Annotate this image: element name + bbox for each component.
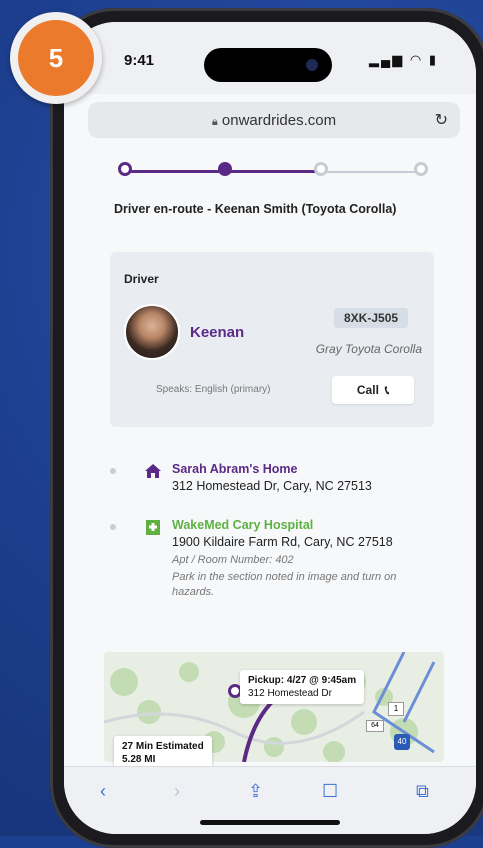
trip-progress bbox=[118, 160, 428, 184]
hospital-icon bbox=[146, 520, 160, 535]
status-icons: ▂▄▆ ◠ ▮ bbox=[369, 52, 438, 68]
reload-icon[interactable]: ↻ bbox=[435, 110, 448, 130]
apt-number: Apt / Room Number: 402 bbox=[172, 554, 294, 566]
step-number: 5 bbox=[18, 20, 94, 96]
status-bar: 9:41 ▂▄▆ ◠ ▮ bbox=[64, 22, 476, 94]
route-shield-1: 1 bbox=[388, 702, 404, 716]
camera-icon bbox=[306, 59, 318, 71]
stop-dropoff: WakeMed Cary Hospital 1900 Kildaire Farm… bbox=[110, 518, 440, 618]
step-badge: 5 bbox=[10, 12, 102, 104]
progress-line-remaining bbox=[321, 171, 421, 173]
driver-avatar bbox=[124, 304, 180, 360]
address-bar[interactable]: 🔒︎ onwardrides.com ↻ bbox=[88, 102, 460, 138]
driver-name: Keenan bbox=[190, 324, 245, 341]
eta-distance: 5.28 MI bbox=[122, 754, 156, 765]
progress-step-4 bbox=[414, 162, 428, 176]
phone-frame: 9:41 ▂▄▆ ◠ ▮ 🔒︎ onwardrides.com ↻ Driver… bbox=[50, 8, 483, 848]
url-text: onwardrides.com bbox=[221, 112, 337, 129]
trip-status: Driver en-route - Keenan Smith (Toyota C… bbox=[114, 202, 397, 216]
home-indicator bbox=[200, 820, 340, 825]
driver-languages: Speaks: English (primary) bbox=[156, 384, 271, 395]
stop-address: 312 Homestead Dr, Cary, NC 27513 bbox=[172, 479, 372, 493]
phone-icon: 📞︎ bbox=[384, 382, 390, 397]
dynamic-island bbox=[204, 48, 332, 82]
stop-pickup: Sarah Abram's Home 312 Homestead Dr, Car… bbox=[110, 462, 440, 502]
back-icon[interactable]: ‹ bbox=[100, 781, 106, 802]
stop-bullet bbox=[110, 468, 116, 474]
call-label: Call bbox=[356, 383, 379, 397]
pickup-callout: Pickup: 4/27 @ 9:45am 312 Homestead Dr bbox=[240, 670, 365, 704]
driver-heading: Driver bbox=[124, 272, 159, 286]
route-shield-40: 40 bbox=[394, 734, 410, 750]
pickup-address: 312 Homestead Dr bbox=[248, 688, 332, 699]
stop-name: Sarah Abram's Home bbox=[172, 462, 298, 476]
eta-callout: 27 Min Estimated 5.28 MI bbox=[114, 736, 212, 770]
progress-step-2 bbox=[218, 162, 232, 176]
wifi-icon: ◠ bbox=[409, 52, 424, 67]
lock-icon: 🔒︎ bbox=[211, 116, 218, 128]
phone-screen: 9:41 ▂▄▆ ◠ ▮ 🔒︎ onwardrides.com ↻ Driver… bbox=[64, 22, 476, 834]
eta-time: 27 Min Estimated bbox=[122, 741, 204, 752]
driver-card: Driver Keenan 8XK-J505 Gray Toyota Corol… bbox=[110, 252, 434, 427]
progress-step-1 bbox=[118, 162, 132, 176]
stop-name: WakeMed Cary Hospital bbox=[172, 518, 314, 532]
stop-address: 1900 Kildaire Farm Rd, Cary, NC 27518 bbox=[172, 535, 393, 549]
license-plate: 8XK-J505 bbox=[334, 308, 409, 328]
pickup-time: Pickup: 4/27 @ 9:45am bbox=[248, 675, 357, 686]
share-icon[interactable]: ⇪ bbox=[248, 781, 263, 802]
call-driver-button[interactable]: Call 📞︎ bbox=[332, 376, 414, 404]
stop-bullet bbox=[110, 524, 116, 530]
home-icon bbox=[145, 464, 161, 478]
battery-icon: ▮ bbox=[428, 52, 438, 67]
tabs-icon[interactable]: ⧉ bbox=[416, 781, 429, 802]
status-time: 9:41 bbox=[124, 52, 155, 69]
bookmarks-icon[interactable]: ☐ bbox=[322, 781, 338, 802]
progress-step-3 bbox=[314, 162, 328, 176]
driver-note: Park in the section noted in image and t… bbox=[172, 571, 397, 598]
route-shield-64: 64 bbox=[366, 720, 384, 732]
signal-icon: ▂▄▆ bbox=[369, 52, 405, 67]
forward-icon[interactable]: › bbox=[174, 781, 180, 802]
vehicle-description: Gray Toyota Corolla bbox=[315, 342, 422, 356]
